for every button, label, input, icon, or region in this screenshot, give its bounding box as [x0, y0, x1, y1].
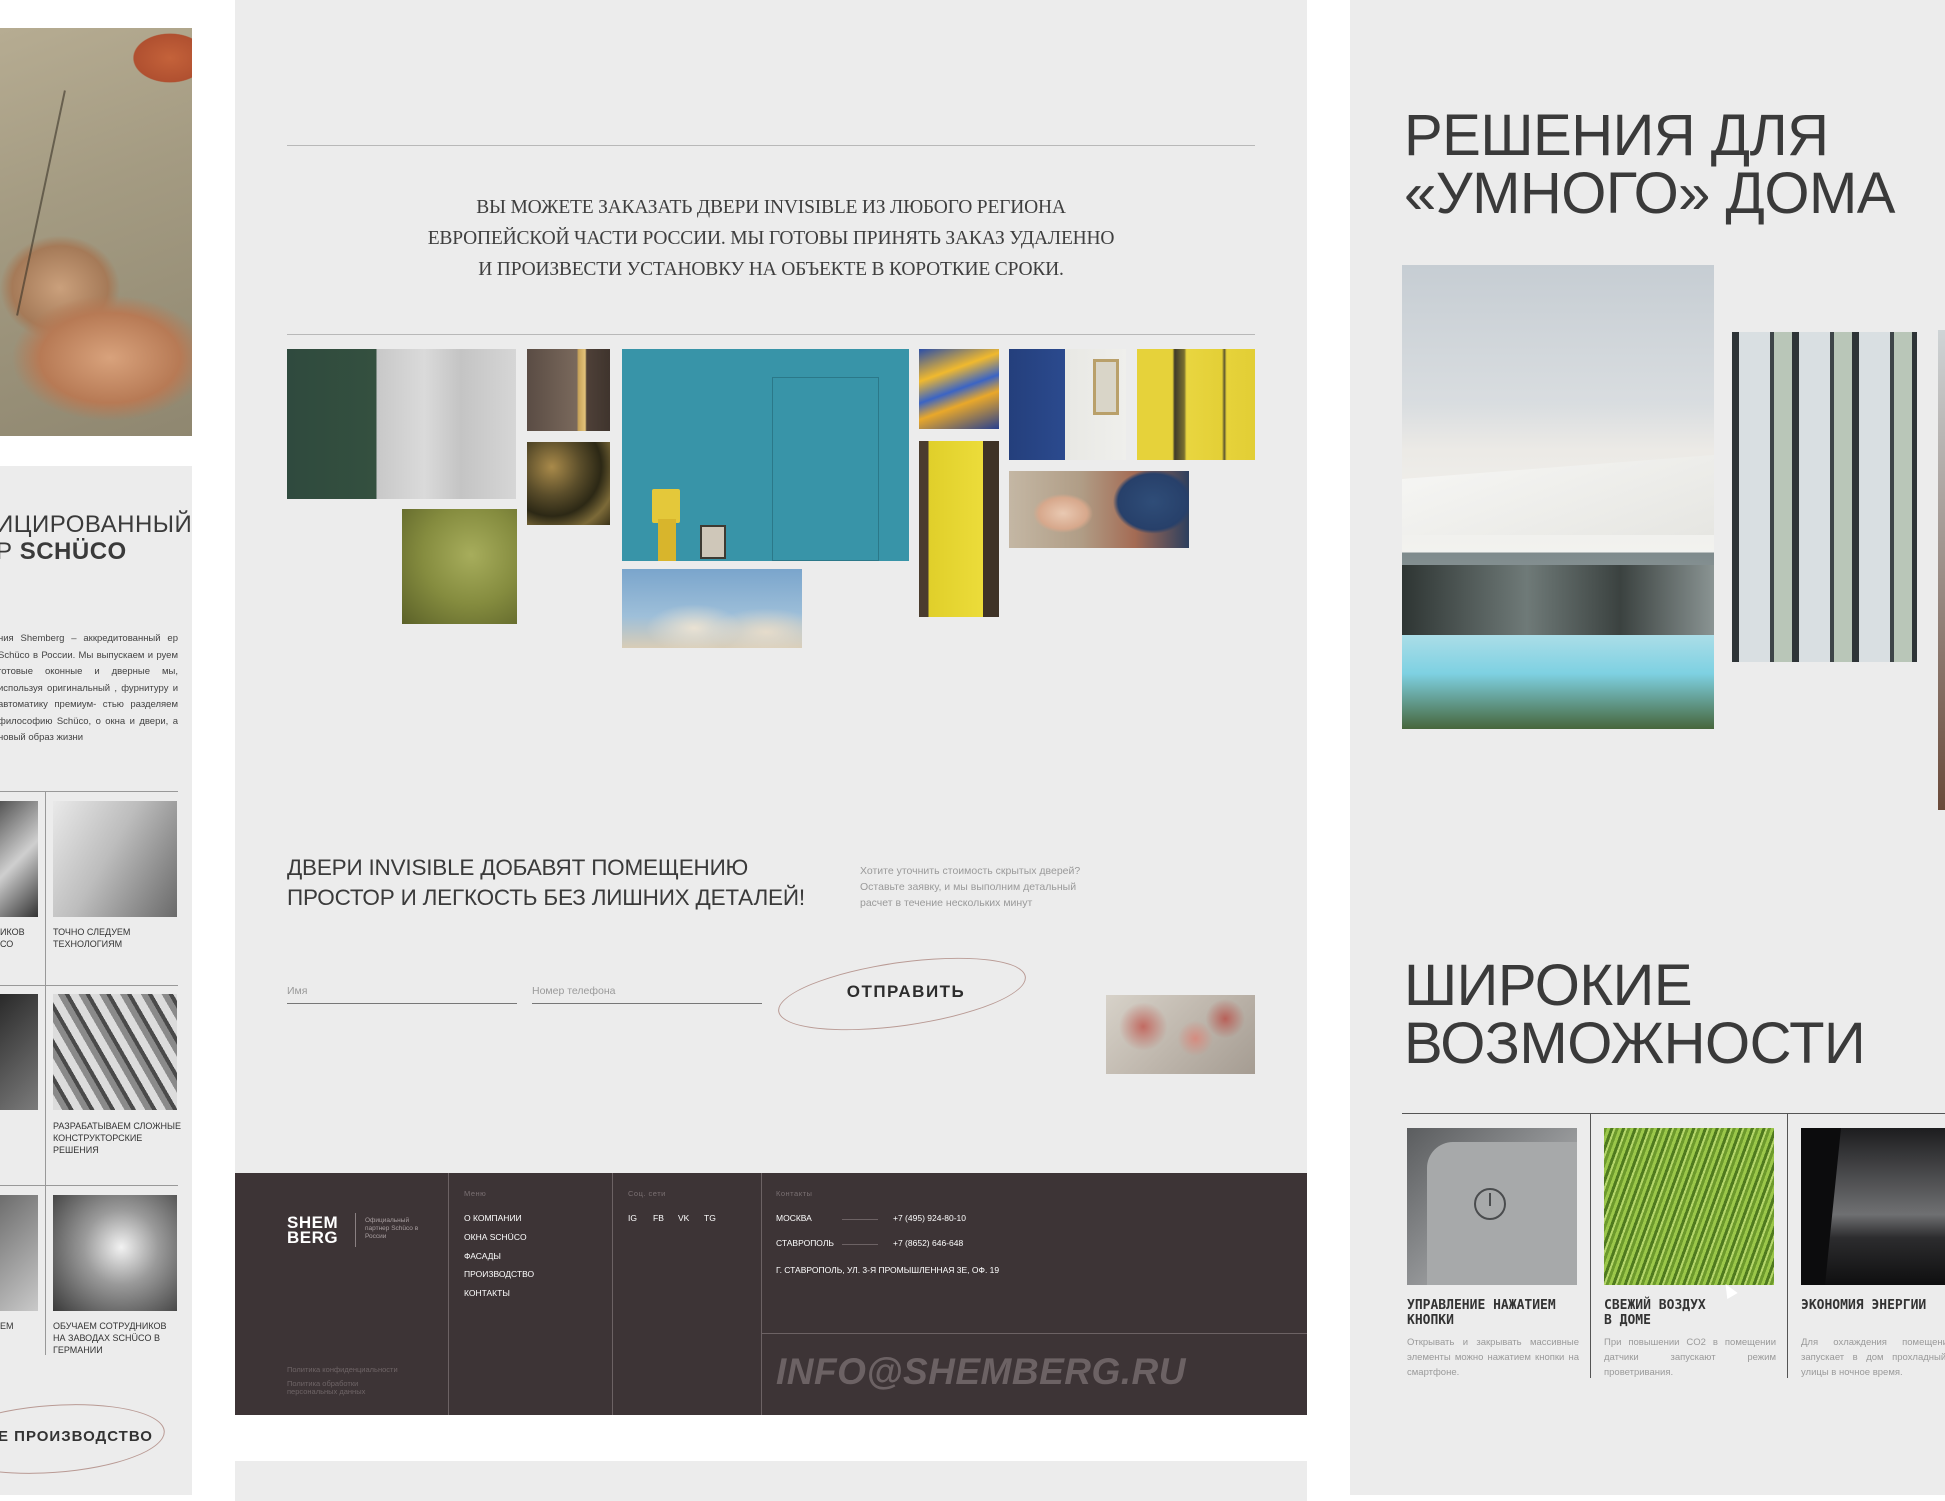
partner-description: ния Shemberg – аккредитованный ер Schüco… — [0, 633, 178, 743]
abstract-painting-photo — [919, 349, 999, 429]
social-ig-link[interactable]: IG — [628, 1213, 637, 1223]
menu-item-production[interactable]: ПРОИЗВОДСТВО — [464, 1269, 534, 1279]
tile-image — [0, 1195, 38, 1311]
social-fb-link[interactable]: FB — [653, 1213, 664, 1223]
interior-photo — [1938, 330, 1945, 810]
divider — [0, 791, 178, 792]
feature-title: СВЕЖИЙ ВОЗДУХ В ДОМЕ — [1604, 1298, 1706, 1328]
yellow-door-photo — [919, 441, 999, 617]
contact-city: СТАВРОПОЛЬ — [776, 1238, 834, 1248]
feature-title: УПРАВЛЕНИЕ НАЖАТИЕМ КНОПКИ — [1407, 1298, 1556, 1328]
divider — [45, 791, 46, 991]
feature-text: При повышении CO2 в помещении датчики за… — [1604, 1337, 1776, 1378]
foliage-art-photo — [527, 442, 610, 525]
intro-text: ВЫ МОЖЕТЕ ЗАКАЗАТЬ ДВЕРИ INVISIBLE ИЗ ЛЮ… — [427, 197, 1115, 280]
schuco-brand: SCHÜCO — [19, 538, 127, 565]
data-policy-link[interactable]: Политика обработки персональных данных — [287, 1380, 387, 1396]
yellow-doors-pair-photo — [1137, 349, 1255, 460]
tile-caption: ТОЧНО СЛЕДУЕМ ТЕХНОЛОГИЯМ — [53, 927, 131, 949]
menu-item-contacts[interactable]: КОНТАКТЫ — [464, 1288, 510, 1298]
partner-title: ИЦИРОВАННЫЙ Р SCHÜCO — [0, 511, 192, 565]
social-vk-link[interactable]: VK — [678, 1213, 689, 1223]
tile-image — [0, 801, 38, 917]
menu-item-windows[interactable]: ОКНА SCHÜCO — [464, 1232, 527, 1242]
next-page-preview — [235, 1461, 1307, 1501]
feature-text: Для охлаждения помещения с запускает в д… — [1801, 1337, 1945, 1378]
tagline: ДВЕРИ INVISIBLE ДОБАВЯТ ПОМЕЩЕНИЮ ПРОСТО… — [287, 855, 805, 910]
tile-caption: РАЗРАБАТЫВАЕМ СЛОЖНЫЕ КОНСТРУКТОРСКИЕ РЕ… — [53, 1121, 182, 1155]
top-divider — [287, 145, 1255, 146]
tile-image — [0, 994, 38, 1110]
logo-note: Официальный партнер Schüco в России — [365, 1217, 419, 1240]
tile-caption: ИКОВ СО — [0, 927, 25, 949]
smart-home-title: РЕШЕНИЯ ДЛЯ «УМНОГО» ДОМА — [1404, 103, 1895, 226]
sky-painting-photo — [622, 569, 802, 648]
left-page-preview: ИЦИРОВАННЫЙ Р SCHÜCO ния Shemberg – аккр… — [0, 0, 192, 1495]
tile-caption: ОБУЧАЕМ СОТРУДНИКОВ НА ЗАВОДАХ SCHÜCO В … — [53, 1321, 167, 1355]
contacts-heading: Контакты — [776, 1189, 813, 1198]
power-icon-line — [1489, 1193, 1491, 1206]
modern-house-photo — [1402, 265, 1714, 729]
green-grey-doors-photo — [287, 349, 516, 499]
windows-photo — [1732, 332, 1917, 662]
shemberg-logo[interactable]: SHEM BERG — [287, 1214, 338, 1246]
menu-item-about[interactable]: О КОМПАНИИ — [464, 1213, 522, 1223]
fresco-hand-photo — [1009, 471, 1189, 548]
tile-image — [53, 994, 177, 1110]
contact-city: МОСКВА — [776, 1213, 812, 1223]
divider — [0, 1185, 178, 1186]
tile-image — [53, 801, 177, 917]
divider — [0, 985, 178, 986]
ceiling-fresco-photo — [1106, 995, 1255, 1074]
phone-input[interactable] — [532, 978, 762, 1004]
menu-item-facades[interactable]: ФАСАДЫ — [464, 1251, 501, 1261]
olive-door-photo — [402, 509, 517, 624]
menu-heading: Меню — [464, 1189, 487, 1198]
contact-phone-link[interactable]: +7 (495) 924-80-10 — [893, 1213, 966, 1223]
social-heading: Соц. сети — [628, 1189, 666, 1198]
feature-title: ЭКОНОМИЯ ЭНЕРГИИ — [1801, 1298, 1927, 1313]
name-input[interactable] — [287, 978, 517, 1004]
navy-door-photo — [1009, 349, 1126, 460]
feature-text: Открывать и закрывать массивные элементы… — [1407, 1337, 1579, 1378]
divider — [45, 1185, 46, 1355]
submit-button[interactable]: ОТПРАВИТЬ — [831, 976, 981, 1008]
contact-address: Г. СТАВРОПОЛЬ, УЛ. 3-Я ПРОМЫШЛЕННАЯ 3Е, … — [776, 1265, 1000, 1275]
invisible-doors-page: ВЫ МОЖЕТЕ ЗАКАЗАТЬ ДВЕРИ INVISIBLE ИЗ ЛЮ… — [235, 0, 1307, 1415]
divider — [45, 985, 46, 1185]
social-tg-link[interactable]: TG — [704, 1213, 716, 1223]
features-title: ШИРОКИЕ ВОЗМОЖНОСТИ — [1404, 953, 1866, 1076]
production-button[interactable]: Е ПРОИЗВОДСТВО — [0, 1428, 153, 1445]
teal-wall-door-photo — [622, 349, 909, 561]
bronze-door-photo — [527, 349, 610, 431]
contact-phone-link[interactable]: +7 (8652) 646-648 — [893, 1238, 963, 1248]
tile-caption: ЕМ — [0, 1321, 14, 1331]
smart-home-page: РЕШЕНИЯ ДЛЯ «УМНОГО» ДОМА ШИРОКИЕ ВОЗМОЖ… — [1350, 0, 1945, 1495]
gallery-divider — [287, 334, 1255, 335]
request-hint: Хотите уточнить стоимость скрытых дверей… — [860, 865, 1081, 909]
fresco-image — [0, 28, 192, 436]
privacy-policy-link[interactable]: Политика конфиденциальности — [287, 1366, 398, 1374]
footer: SHEM BERG Официальный партнер Schüco в Р… — [235, 1173, 1307, 1415]
tile-image — [53, 1195, 177, 1311]
email-link[interactable]: INFO@SHEMBERG.RU — [776, 1351, 1186, 1393]
grass-photo — [1604, 1128, 1774, 1285]
night-window-photo — [1801, 1128, 1945, 1285]
